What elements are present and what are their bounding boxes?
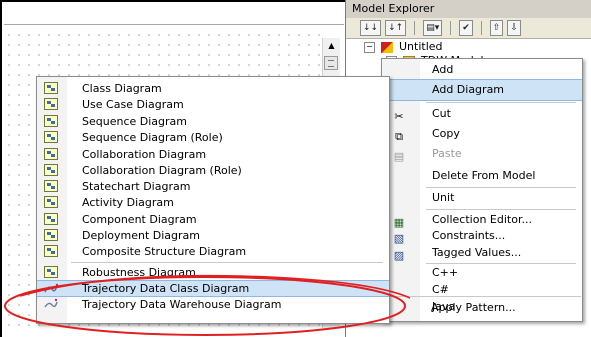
menu-item-tagged-values[interactable]: ▨ Tagged Values...	[382, 242, 582, 264]
sequence-diagram-icon	[44, 115, 58, 127]
submenu-item-sequence-diagram[interactable]: Sequence Diagram	[37, 114, 389, 130]
menu-item-label: Tagged Values...	[432, 246, 522, 259]
menu-item-label: Delete From Model	[432, 169, 536, 182]
toolbar-separator	[450, 21, 452, 35]
menu-item-paste[interactable]: ▤ Paste	[382, 143, 582, 165]
submenu-item-label: Use Case Diagram	[82, 98, 184, 111]
deployment-diagram-icon	[44, 229, 58, 241]
submenu-item-label: Collaboration Diagram	[82, 148, 207, 161]
add-diagram-submenu: Class Diagram Use Case Diagram Sequence …	[36, 76, 390, 324]
sort-ascending-button[interactable]: ↓↓	[360, 20, 382, 36]
menu-item-label: Add Diagram	[432, 83, 505, 96]
sequence-role-diagram-icon	[44, 131, 58, 143]
editor-tab-bar	[4, 4, 344, 25]
submenu-item-trajectory-class-diagram[interactable]: Trajectory Data Class Diagram	[37, 280, 389, 297]
menu-item-add-diagram[interactable]: Add Diagram	[382, 79, 582, 101]
submenu-item-activity-diagram[interactable]: Activity Diagram	[37, 195, 389, 211]
submenu-item-label: Statechart Diagram	[82, 180, 191, 193]
submenu-item-label: Sequence Diagram	[82, 115, 187, 128]
menu-item-unit[interactable]: Unit	[382, 187, 582, 209]
menu-item-cut[interactable]: ✂ Cut	[382, 103, 582, 125]
component-diagram-icon	[44, 213, 58, 225]
tagged-values-icon: ▨	[393, 249, 405, 262]
submenu-item-label: Robustness Diagram	[82, 266, 196, 279]
check-button[interactable]: ✔	[459, 20, 473, 36]
menu-item-copy[interactable]: ⧉ Copy	[382, 123, 582, 145]
sort-descending-button[interactable]: ↓↑	[385, 20, 407, 36]
scissors-icon: ✂	[394, 110, 404, 123]
context-menu: Add Add Diagram ✂ Cut ⧉ Copy ▤ Paste Del…	[381, 58, 583, 322]
view-options-button[interactable]: ▤▾	[423, 20, 443, 36]
class-diagram-icon	[44, 82, 58, 94]
menu-item-delete-from-model[interactable]: Delete From Model	[382, 165, 582, 187]
menu-item-label: Copy	[432, 127, 460, 140]
menu-item-label: Add	[432, 63, 454, 76]
submenu-item-label: Sequence Diagram (Role)	[82, 131, 223, 144]
activity-diagram-icon	[44, 196, 58, 208]
model-explorer-toolbar: ↓↓ ↓↑ ▤▾ ✔ ⇧ ⇩	[346, 18, 591, 39]
submenu-item-component-diagram[interactable]: Component Diagram	[37, 212, 389, 228]
collaboration-role-diagram-icon	[44, 164, 58, 176]
toolbar-separator	[480, 21, 482, 35]
submenu-item-collaboration-role-diagram[interactable]: Collaboration Diagram (Role)	[37, 163, 389, 179]
statechart-diagram-icon	[44, 180, 58, 192]
collaboration-diagram-icon	[44, 148, 58, 160]
submenu-item-label: Class Diagram	[82, 82, 162, 95]
submenu-item-trajectory-warehouse-diagram[interactable]: Trajectory Data Warehouse Diagram	[37, 297, 389, 313]
scroll-thumb[interactable]	[324, 56, 338, 70]
submenu-item-label: Activity Diagram	[82, 196, 174, 209]
use-case-diagram-icon	[44, 98, 58, 110]
submenu-item-label: Composite Structure Diagram	[82, 245, 247, 258]
toolbar-separator	[414, 21, 416, 35]
collapse-icon[interactable]: −	[364, 41, 375, 53]
move-down-button[interactable]: ⇩	[507, 20, 521, 36]
menu-separator	[71, 262, 383, 263]
menu-item-label: Cut	[432, 107, 451, 120]
menu-item-label: Apply Pattern...	[431, 301, 516, 314]
submenu-item-robustness-diagram[interactable]: Robustness Diagram	[37, 265, 389, 281]
submenu-item-statechart-diagram[interactable]: Statechart Diagram	[37, 179, 389, 195]
submenu-item-label: Component Diagram	[82, 213, 197, 226]
submenu-item-use-case-diagram[interactable]: Use Case Diagram	[37, 97, 389, 113]
menu-item-label: Paste	[432, 147, 462, 160]
submenu-item-label: Collaboration Diagram (Role)	[82, 164, 242, 177]
submenu-item-collaboration-diagram[interactable]: Collaboration Diagram	[37, 147, 389, 163]
trajectory-warehouse-diagram-icon	[44, 298, 58, 310]
menu-item-label: Unit	[432, 191, 455, 204]
submenu-item-label: Trajectory Data Class Diagram	[82, 282, 250, 295]
submenu-item-composite-structure-diagram[interactable]: Composite Structure Diagram	[37, 244, 389, 260]
submenu-item-label: Deployment Diagram	[82, 229, 201, 242]
cube-icon	[381, 41, 393, 53]
menu-item-add[interactable]: Add	[382, 59, 582, 81]
robustness-diagram-icon	[44, 266, 58, 278]
tree-item-label: Untitled	[399, 40, 443, 53]
move-up-button[interactable]: ⇧	[489, 20, 504, 36]
composite-structure-diagram-icon	[44, 245, 58, 257]
tree-item-untitled[interactable]: − Untitled	[346, 40, 591, 54]
submenu-item-deployment-diagram[interactable]: Deployment Diagram	[37, 228, 389, 244]
copy-icon: ⧉	[395, 130, 403, 143]
submenu-item-label: Trajectory Data Warehouse Diagram	[82, 298, 282, 311]
submenu-item-sequence-role-diagram[interactable]: Sequence Diagram (Role)	[37, 130, 389, 146]
submenu-item-class-diagram[interactable]: Class Diagram	[37, 81, 389, 97]
menu-item-apply-pattern[interactable]: Apply Pattern...	[381, 297, 581, 319]
model-explorer-title: Model Explorer	[346, 0, 591, 18]
scroll-up-arrow-icon[interactable]: ▲	[323, 38, 340, 54]
paste-icon: ▤	[393, 150, 405, 163]
trajectory-class-diagram-icon	[44, 282, 59, 294]
